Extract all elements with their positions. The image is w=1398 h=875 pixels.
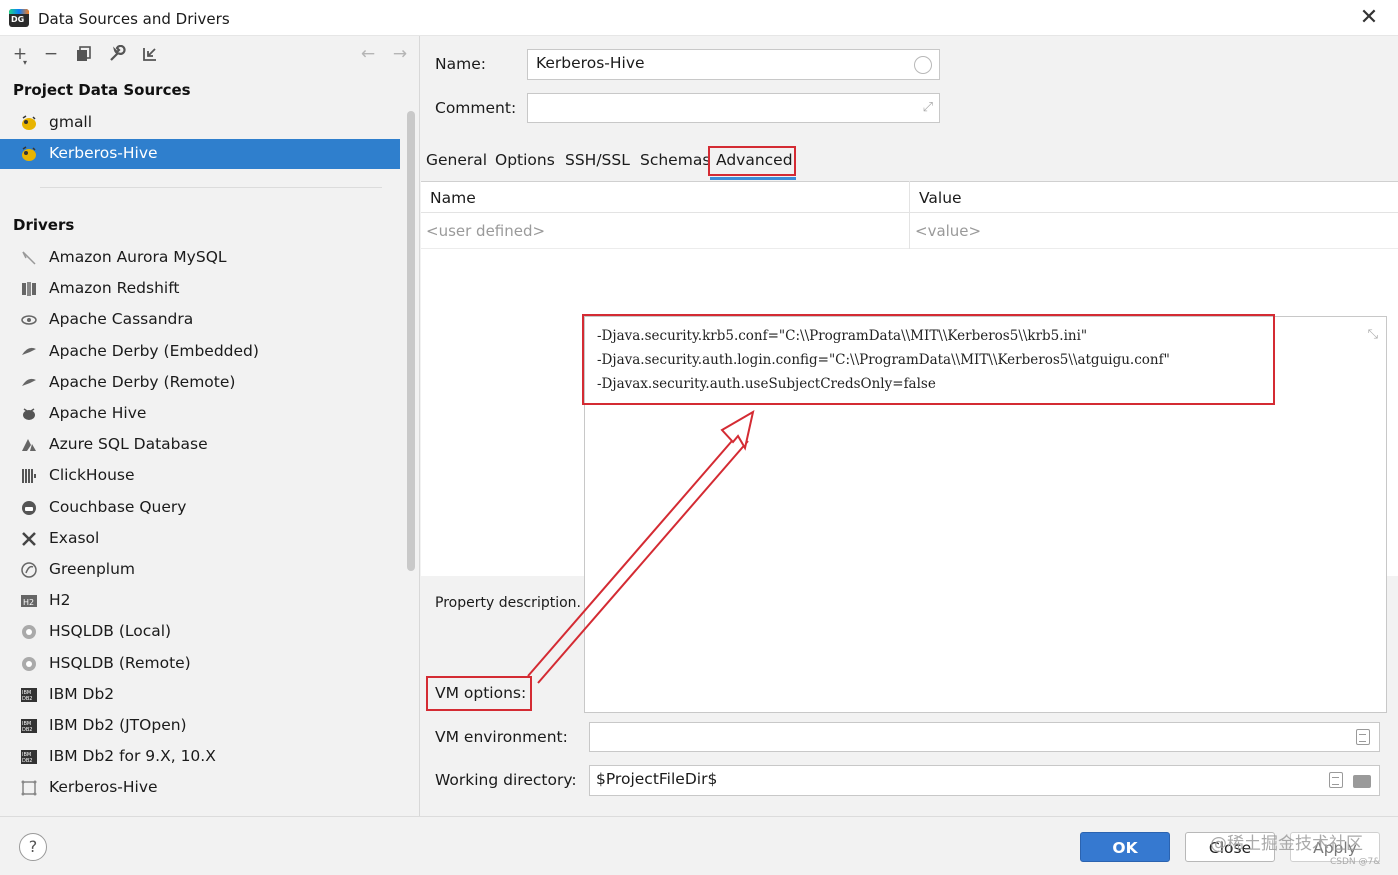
watermark-small: CSDN @7& xyxy=(1330,857,1381,867)
working-directory-field[interactable]: $ProjectFileDir$ xyxy=(589,765,1380,796)
help-button[interactable]: ? xyxy=(19,833,47,861)
vm-environment-field[interactable] xyxy=(589,722,1380,752)
dialog-button-bar: ? OK Close Apply @稀土掘金技术社区 CSDN @7& xyxy=(0,816,1398,875)
insert-macro-icon[interactable] xyxy=(1329,772,1343,788)
ok-button[interactable]: OK xyxy=(1080,832,1170,862)
edit-list-icon[interactable] xyxy=(1356,729,1370,745)
watermark: @稀土掘金技术社区 xyxy=(1210,834,1363,854)
folder-icon[interactable] xyxy=(1353,775,1371,788)
working-directory-label: Working directory: xyxy=(435,771,577,789)
vm-environment-label: VM environment: xyxy=(435,728,568,746)
